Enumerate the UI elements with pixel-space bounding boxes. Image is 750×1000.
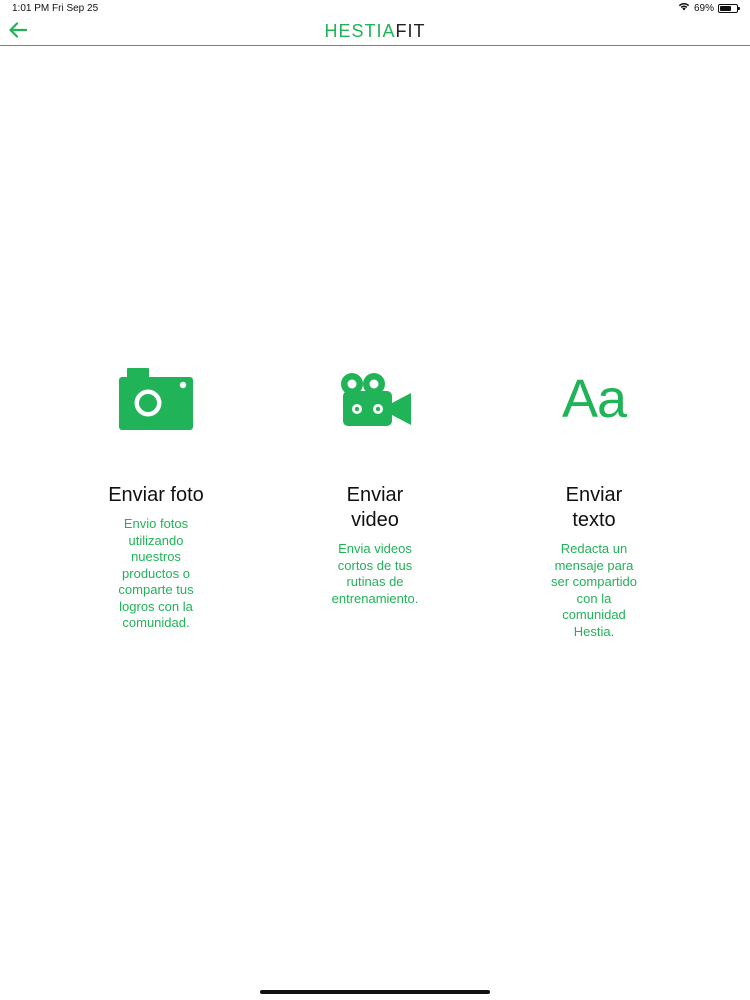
description-line: mensaje para bbox=[554, 557, 634, 573]
description-line: logros con la bbox=[119, 598, 193, 614]
camera-icon bbox=[119, 365, 193, 433]
description-line: comunidad bbox=[562, 607, 626, 622]
send-text-title-line: Enviar bbox=[565, 484, 623, 506]
home-indicator[interactable] bbox=[260, 990, 490, 994]
description-line: productos o bbox=[122, 565, 190, 581]
send-text-title: Enviar texto bbox=[566, 483, 623, 533]
battery-fill bbox=[720, 5, 732, 11]
status-date: Fri Sep 25 bbox=[52, 3, 99, 14]
nav-bar: HESTIAFIT bbox=[0, 18, 750, 46]
send-photo-title-line: Enviar foto bbox=[108, 484, 204, 506]
send-video-title-line: video bbox=[351, 509, 399, 531]
status-right: 69% bbox=[678, 2, 740, 14]
brand-secondary: FIT bbox=[395, 21, 426, 41]
send-photo-description: Envio fotos utilizando nuestros producto… bbox=[118, 516, 193, 632]
send-photo-title: Enviar foto bbox=[108, 483, 204, 508]
send-video-description: Envia videos cortos de tus rutinas de en… bbox=[332, 541, 419, 607]
description-line: Hestia. bbox=[573, 623, 615, 639]
video-camera-icon bbox=[338, 365, 412, 433]
description-line: ser compartido bbox=[551, 574, 637, 589]
brand-primary: HESTIA bbox=[324, 21, 396, 41]
battery-cap bbox=[738, 6, 740, 10]
description-line: Envia videos bbox=[338, 541, 412, 556]
send-text-option[interactable]: Aa Enviar texto Redacta un mensaje para … bbox=[514, 365, 674, 640]
description-line: nuestros bbox=[131, 549, 181, 564]
status-time: 1:01 PM bbox=[12, 3, 50, 14]
text-aa-icon: Aa bbox=[561, 365, 627, 433]
send-video-option[interactable]: Enviar video Envia videos cortos de tus … bbox=[295, 365, 455, 607]
description-line: Envio fotos bbox=[123, 516, 189, 531]
description-line: comparte tus bbox=[118, 582, 194, 597]
text-aa-glyph: Aa bbox=[561, 369, 627, 429]
description-line: cortos de tus bbox=[337, 557, 413, 573]
status-bar: 1:01 PM Fri Sep 25 69% bbox=[0, 0, 750, 18]
screen: 1:01 PM Fri Sep 25 69% HESTIAFIT Enviar … bbox=[0, 0, 750, 1000]
send-video-title: Enviar video bbox=[347, 483, 404, 533]
send-text-description: Redacta un mensaje para ser compartido c… bbox=[551, 541, 637, 640]
description-line: rutinas de bbox=[346, 574, 404, 589]
send-video-title-line: Enviar bbox=[346, 484, 404, 506]
description-line: utilizando bbox=[128, 532, 184, 548]
description-line: comunidad. bbox=[122, 615, 190, 630]
description-line: con la bbox=[576, 590, 612, 606]
description-line: entrenamiento. bbox=[331, 590, 419, 606]
wifi-icon bbox=[678, 2, 690, 14]
battery-icon bbox=[718, 3, 740, 13]
battery-percent: 69% bbox=[693, 2, 714, 14]
brand-logo: HESTIAFIT bbox=[0, 21, 750, 42]
description-line: Redacta un bbox=[560, 541, 628, 556]
send-photo-option[interactable]: Enviar foto Envio fotos utilizando nuest… bbox=[76, 365, 236, 632]
send-text-title-line: texto bbox=[572, 509, 616, 531]
